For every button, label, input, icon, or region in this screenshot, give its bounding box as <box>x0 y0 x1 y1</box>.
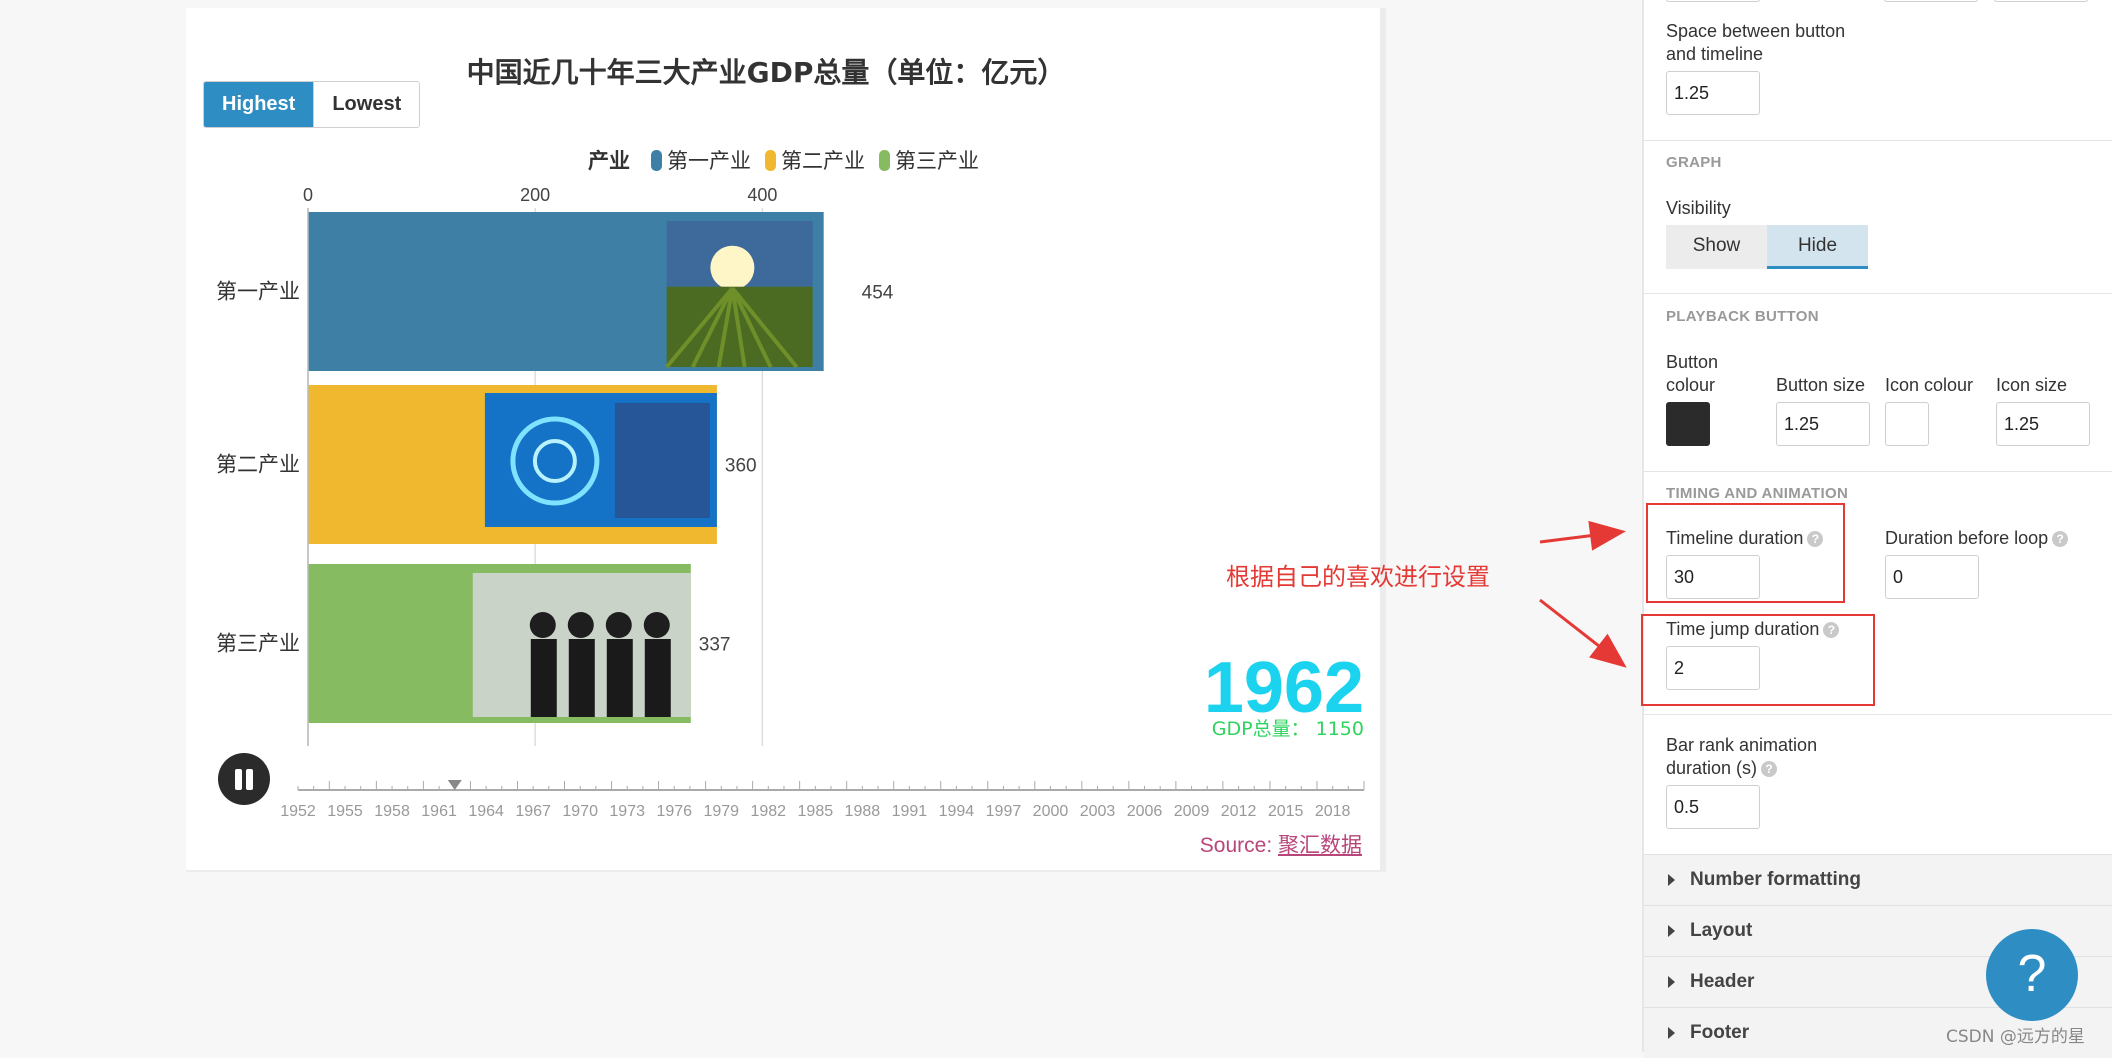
x-tick-400: 400 <box>747 185 777 205</box>
bar-chart: 中国近几十年三大产业GDP总量（单位：亿元）产业 第一产业 第二产业 第三产业0 200… <box>216 56 1365 820</box>
source-link[interactable]: 聚汇数据 <box>1278 834 1362 857</box>
workers-image <box>472 573 691 717</box>
gdp-total: GDP总量： 1150 <box>1212 718 1364 740</box>
farmland-image <box>665 221 813 369</box>
playback-heading: PLAYBACK BUTTON <box>1666 308 1819 325</box>
timeline-label-1973: 1973 <box>609 803 645 820</box>
button-colour-label: Button colour <box>1666 352 1719 395</box>
help-button[interactable]: ? <box>1986 929 2078 1021</box>
timeline-label-1952: 1952 <box>280 803 316 820</box>
timeline-label-2018: 2018 <box>1315 803 1351 820</box>
legend-title: 产业 <box>588 149 630 173</box>
timeline-label-2000: 2000 <box>1033 803 1069 820</box>
category-label-1: 第一产业 <box>216 280 300 304</box>
source-prefix: Source: <box>1199 834 1278 857</box>
timeline-label-2006: 2006 <box>1127 803 1163 820</box>
timeline-label-1985: 1985 <box>798 803 834 820</box>
visibility-label: Visibility <box>1666 198 1731 218</box>
button-colour-swatch[interactable] <box>1666 402 1710 446</box>
timeline-label-2003: 2003 <box>1080 803 1116 820</box>
watermark: CSDN @远方的星 <box>1946 1027 2085 1047</box>
arrow-upper <box>1539 520 1626 551</box>
chart-title: 中国近几十年三大产业GDP总量（单位：亿元） <box>467 56 1066 89</box>
question-icon: ? <box>2017 945 2047 1003</box>
filter-toggle: Highest Lowest <box>203 81 421 128</box>
space-between-input[interactable]: 1.25 <box>1666 71 1760 115</box>
visibility-hide-button[interactable]: Hide <box>1767 225 1868 269</box>
duration-before-loop-label: Duration before loop? <box>1885 527 2069 550</box>
button-size-label: Button size <box>1776 375 1866 395</box>
icon-size-input[interactable]: 1.25 <box>1996 402 2090 446</box>
legend-label-3: 第三产业 <box>895 149 979 173</box>
button-size-input[interactable]: 1.25 <box>1776 402 1870 446</box>
icon-colour-label: Icon colour <box>1885 375 1974 395</box>
visibility-show-button[interactable]: Show <box>1666 225 1767 269</box>
icon-size-label: Icon size <box>1996 375 2068 395</box>
source-credit: Source: 聚汇数据 <box>1200 829 1362 859</box>
timeline-label-1997: 1997 <box>986 803 1022 820</box>
timeline-label-2015: 2015 <box>1268 803 1304 820</box>
timeline-label-1979: 1979 <box>703 803 739 820</box>
timeline-marker[interactable] <box>447 780 462 790</box>
top-input-2[interactable] <box>1884 0 1978 2</box>
timing-heading: TIMING AND ANIMATION <box>1666 485 1849 502</box>
timeline-label-1994: 1994 <box>939 803 975 820</box>
pause-button[interactable] <box>218 753 270 805</box>
highlight-timeline-duration <box>1646 503 1845 603</box>
technology-image <box>484 393 717 527</box>
timeline-label-1955: 1955 <box>327 803 363 820</box>
icon-colour-swatch[interactable] <box>1885 402 1929 446</box>
x-tick-0: 0 <box>303 185 313 205</box>
bar-rank-input[interactable]: 0.5 <box>1666 785 1760 829</box>
highlight-time-jump <box>1641 614 1875 706</box>
lowest-button[interactable]: Lowest <box>313 82 420 127</box>
space-between-label: Space between button and timeline <box>1666 21 1846 64</box>
top-input-1[interactable] <box>1666 0 1760 2</box>
timeline-label-1991: 1991 <box>892 803 928 820</box>
timeline-label-2012: 2012 <box>1221 803 1257 820</box>
current-year: 1962 <box>1204 648 1364 728</box>
timeline-label-2009: 2009 <box>1174 803 1210 820</box>
duration-before-loop-input[interactable]: 0 <box>1885 555 1979 599</box>
value-label-1: 454 <box>862 283 894 304</box>
graph-heading: GRAPH <box>1666 154 1722 171</box>
x-tick-200: 200 <box>520 185 550 205</box>
timeline-label-1982: 1982 <box>750 803 786 820</box>
legend-swatch-2 <box>765 150 776 171</box>
timeline-label-1964: 1964 <box>468 803 504 820</box>
highest-button[interactable]: Highest <box>204 82 314 127</box>
timeline-label-1958: 1958 <box>374 803 410 820</box>
help-icon[interactable]: ? <box>2052 531 2069 548</box>
timeline-label-1970: 1970 <box>562 803 598 820</box>
category-label-3: 第三产业 <box>216 632 300 656</box>
annotation-text: 根据自己的喜欢进行设置 <box>1226 563 1490 591</box>
arrow-lower <box>1539 598 1627 668</box>
top-input-3[interactable] <box>1994 0 2088 2</box>
value-label-2: 360 <box>725 456 757 477</box>
timeline-label-1961: 1961 <box>421 803 457 820</box>
help-icon[interactable]: ? <box>1761 761 1778 778</box>
value-label-3: 337 <box>699 635 731 656</box>
category-label-2: 第二产业 <box>216 453 300 477</box>
legend-label-2: 第二产业 <box>781 149 865 173</box>
accordion-number-formatting[interactable]: Number formatting <box>1644 854 2112 905</box>
legend-swatch-1 <box>651 150 662 171</box>
timeline-label-1988: 1988 <box>845 803 881 820</box>
legend-swatch-3 <box>879 150 890 171</box>
legend-label-1: 第一产业 <box>667 149 751 173</box>
timeline-label-1976: 1976 <box>656 803 692 820</box>
bar-chart-race-card: 中国近几十年三大产业GDP总量（单位：亿元） 产业 第一产业 第二产业 第三产业 0 200… <box>186 8 1386 872</box>
bar-rank-label: Bar rank animation duration (s)? <box>1666 735 1818 778</box>
timeline-label-1967: 1967 <box>515 803 551 820</box>
